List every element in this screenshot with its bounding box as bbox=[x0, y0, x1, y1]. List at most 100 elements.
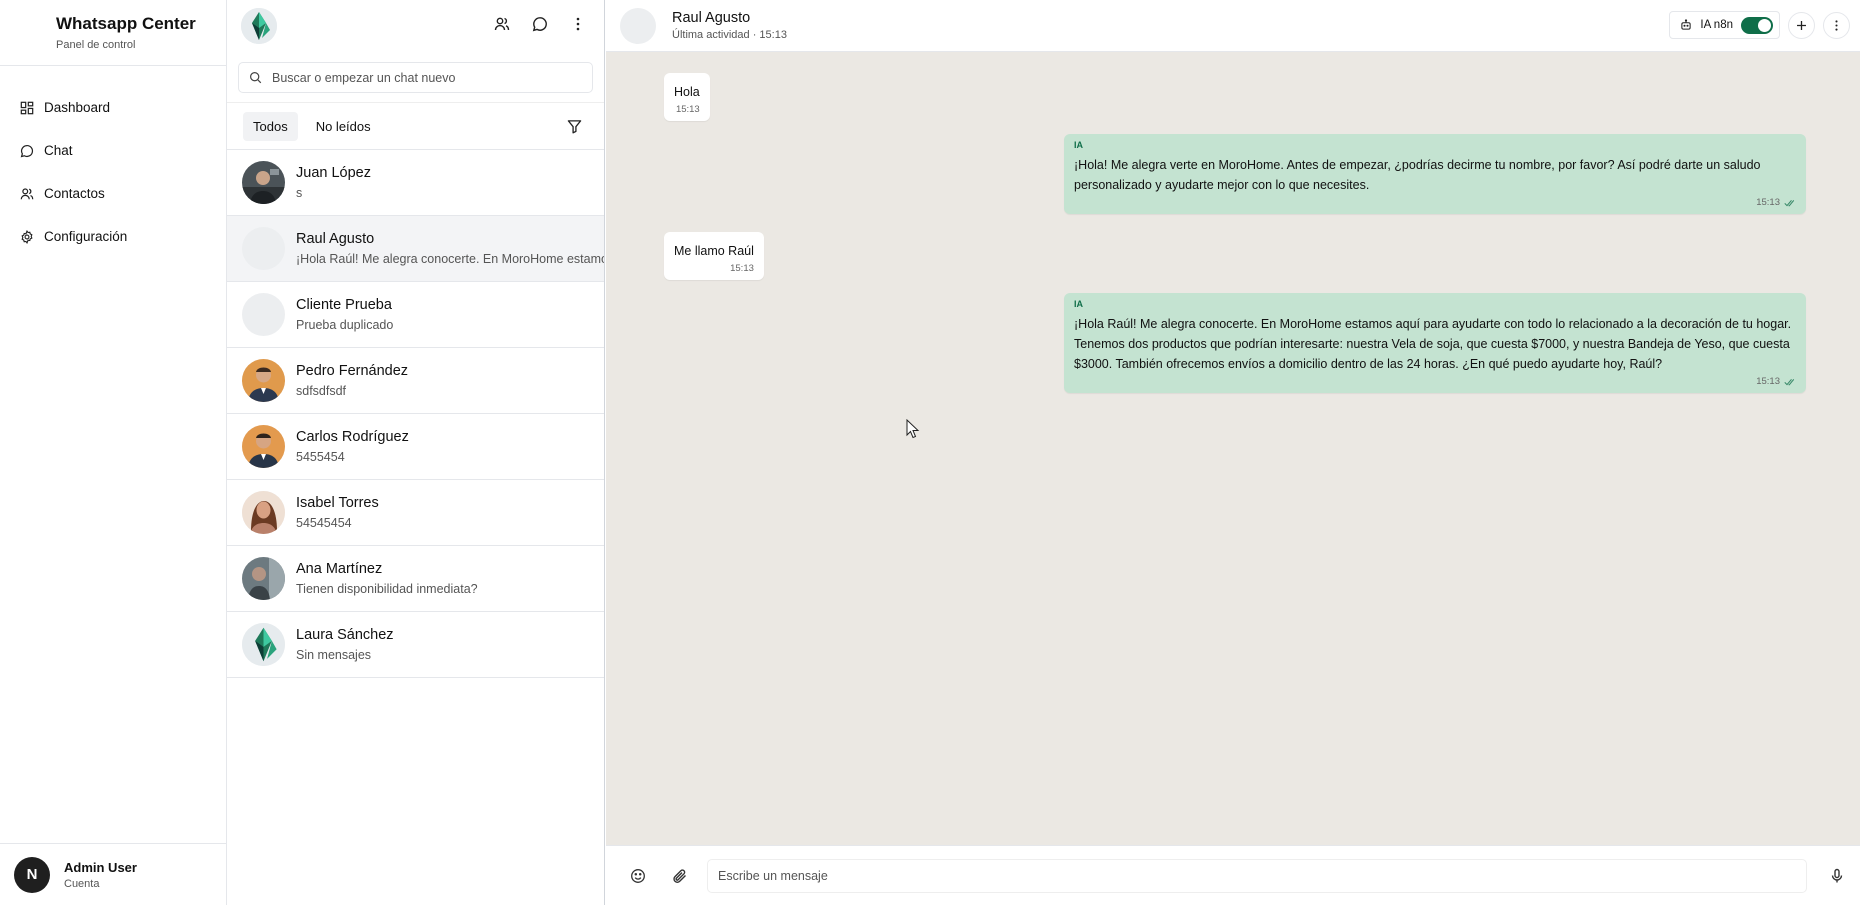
message-text: ¡Hola Raúl! Me alegra conocerte. En Moro… bbox=[1074, 317, 1792, 371]
chat-preview: Sin mensajes bbox=[296, 648, 372, 662]
chat-item-raul-agusto[interactable]: Raul Agusto ¡Hola Raúl! Me alegra conoce… bbox=[227, 216, 604, 282]
chat-item-text: Juan López s bbox=[296, 165, 371, 200]
chat-item-text: Pedro Fernández sdfsdfsdf bbox=[296, 363, 408, 398]
search-wrapper bbox=[227, 52, 604, 93]
new-chat-icon[interactable] bbox=[532, 16, 548, 32]
user-photo-icon bbox=[242, 557, 285, 600]
account-info: Admin User Cuenta bbox=[64, 860, 137, 890]
chat-preview: 54545454 bbox=[296, 516, 352, 530]
account-name: Admin User bbox=[64, 859, 137, 875]
plus-icon bbox=[1797, 20, 1806, 30]
emoji-icon[interactable] bbox=[630, 868, 646, 884]
conversation-actions: IA n8n bbox=[1669, 11, 1850, 39]
message-text: Hola bbox=[674, 85, 700, 99]
search-input[interactable] bbox=[272, 70, 572, 85]
filter-todos[interactable]: Todos bbox=[243, 111, 298, 141]
chat-name: Pedro Fernández bbox=[296, 363, 409, 379]
double-check-icon bbox=[1784, 199, 1795, 206]
microphone-icon[interactable] bbox=[1829, 868, 1845, 884]
chat-item-carlos-rodriguez[interactable]: Carlos Rodríguez 5455454 bbox=[227, 414, 604, 480]
chat-preview: 5455454 bbox=[296, 450, 345, 464]
chat-item-ana-martinez[interactable]: Ana Martínez Tienen disponibilidad inmed… bbox=[227, 546, 604, 612]
sidebar-item-dashboard[interactable]: Dashboard bbox=[0, 86, 226, 129]
message-time: 15:13 bbox=[674, 263, 754, 274]
brand: Whatsapp Center Panel de control bbox=[0, 0, 226, 66]
chat-bubble-icon bbox=[20, 144, 34, 157]
user-photo-icon bbox=[242, 161, 285, 204]
sidebar-item-contactos[interactable]: Contactos bbox=[0, 172, 226, 215]
filter-no-leidos[interactable]: No leídos bbox=[306, 112, 381, 141]
message-time: 15:13 bbox=[1074, 197, 1796, 208]
message-tag: IA bbox=[1074, 299, 1083, 309]
avatar bbox=[242, 557, 285, 600]
sidebar: Whatsapp Center Panel de control Dashboa… bbox=[0, 0, 227, 905]
sidebar-item-label: Dashboard bbox=[44, 100, 111, 115]
chat-list-panel: Todos No leídos Juan López s Raul Agusto… bbox=[227, 0, 605, 905]
chat-name: Raul Agusto bbox=[296, 231, 375, 247]
new-group-icon[interactable] bbox=[494, 16, 510, 32]
ia-label: IA n8n bbox=[1700, 19, 1733, 31]
user-photo-icon bbox=[242, 491, 285, 534]
message-time-text: 15:13 bbox=[1756, 197, 1780, 208]
contact-info: Raul Agusto Última actividad · 15:13 bbox=[672, 10, 787, 41]
avatar bbox=[242, 359, 285, 402]
chat-preview: Tienen disponibilidad inmediata? bbox=[296, 582, 478, 596]
chat-preview: sdfsdfsdf bbox=[296, 384, 347, 398]
brand-logo-icon bbox=[241, 8, 277, 44]
chat-item-isabel-torres[interactable]: Isabel Torres 54545454 bbox=[227, 480, 604, 546]
more-vertical-icon[interactable] bbox=[570, 16, 586, 32]
attach-icon[interactable] bbox=[672, 868, 688, 884]
account-button[interactable]: N Admin User Cuenta bbox=[0, 843, 226, 905]
conversation-header: Raul Agusto Última actividad · 15:13 IA … bbox=[606, 0, 1860, 52]
sidebar-item-label: Contactos bbox=[44, 186, 105, 201]
double-check-icon bbox=[1784, 378, 1795, 385]
avatar bbox=[242, 425, 285, 468]
contact-avatar[interactable] bbox=[620, 7, 656, 44]
brand-title: Whatsapp Center bbox=[56, 14, 196, 33]
ia-toggle-switch[interactable] bbox=[1741, 16, 1773, 34]
users-icon bbox=[20, 187, 34, 199]
filter-icon[interactable] bbox=[567, 119, 582, 134]
message-time: 15:13 bbox=[1074, 376, 1796, 387]
chat-preview: ¡Hola Raúl! Me alegra conocerte. En Moro… bbox=[296, 252, 604, 266]
sidebar-item-configuracion[interactable]: Configuración bbox=[0, 215, 226, 258]
bot-icon bbox=[1681, 19, 1692, 30]
avatar bbox=[242, 623, 285, 666]
chat-items: Juan López s Raul Agusto ¡Hola Raúl! Me … bbox=[227, 150, 604, 678]
chat-item-juan-lopez[interactable]: Juan López s bbox=[227, 150, 604, 216]
message-incoming: Hola 15:13 bbox=[664, 73, 710, 121]
chat-item-text: Raul Agusto ¡Hola Raúl! Me alegra conoce… bbox=[296, 231, 604, 266]
chat-item-text: Isabel Torres 54545454 bbox=[296, 495, 379, 530]
sidebar-item-chat[interactable]: Chat bbox=[0, 129, 226, 172]
message-time-text: 15:13 bbox=[730, 263, 754, 274]
chat-item-pedro-fernandez[interactable]: Pedro Fernández sdfsdfsdf bbox=[227, 348, 604, 414]
add-button[interactable] bbox=[1788, 11, 1815, 39]
profile-avatar[interactable] bbox=[241, 8, 277, 44]
message-composer bbox=[606, 845, 1860, 905]
dashboard-icon bbox=[20, 101, 34, 114]
message-outgoing: IA ¡Hola! Me alegra verte en MoroHome. A… bbox=[1064, 134, 1806, 214]
chat-item-cliente-prueba[interactable]: Cliente Prueba Prueba duplicado bbox=[227, 282, 604, 348]
user-photo-icon bbox=[242, 359, 285, 402]
message-time-text: 15:13 bbox=[1756, 376, 1780, 387]
sidebar-nav: Dashboard Chat Contactos Configuración bbox=[0, 66, 226, 258]
chat-item-text: Cliente Prueba Prueba duplicado bbox=[296, 297, 393, 332]
message-time: 15:13 bbox=[674, 104, 700, 115]
conversation-menu-button[interactable] bbox=[1823, 11, 1850, 39]
contact-name: Raul Agusto bbox=[672, 10, 751, 26]
chat-item-text: Carlos Rodríguez 5455454 bbox=[296, 429, 409, 464]
chat-name: Juan López bbox=[296, 165, 371, 181]
chat-list-header bbox=[227, 0, 604, 52]
avatar bbox=[242, 293, 285, 336]
message-tag: IA bbox=[1074, 140, 1083, 150]
message-input[interactable] bbox=[707, 859, 1807, 893]
chat-list-actions bbox=[494, 16, 586, 32]
chat-item-laura-sanchez[interactable]: Laura Sánchez Sin mensajes bbox=[227, 612, 604, 678]
chat-preview: Prueba duplicado bbox=[296, 318, 394, 332]
contact-status: Última actividad · 15:13 bbox=[672, 29, 787, 41]
message-incoming: Me llamo Raúl 15:13 bbox=[664, 232, 764, 280]
sidebar-item-label: Configuración bbox=[44, 229, 128, 244]
chat-name: Isabel Torres bbox=[296, 495, 379, 511]
conversation-panel: Raul Agusto Última actividad · 15:13 IA … bbox=[606, 0, 1860, 905]
gear-icon bbox=[21, 229, 33, 244]
